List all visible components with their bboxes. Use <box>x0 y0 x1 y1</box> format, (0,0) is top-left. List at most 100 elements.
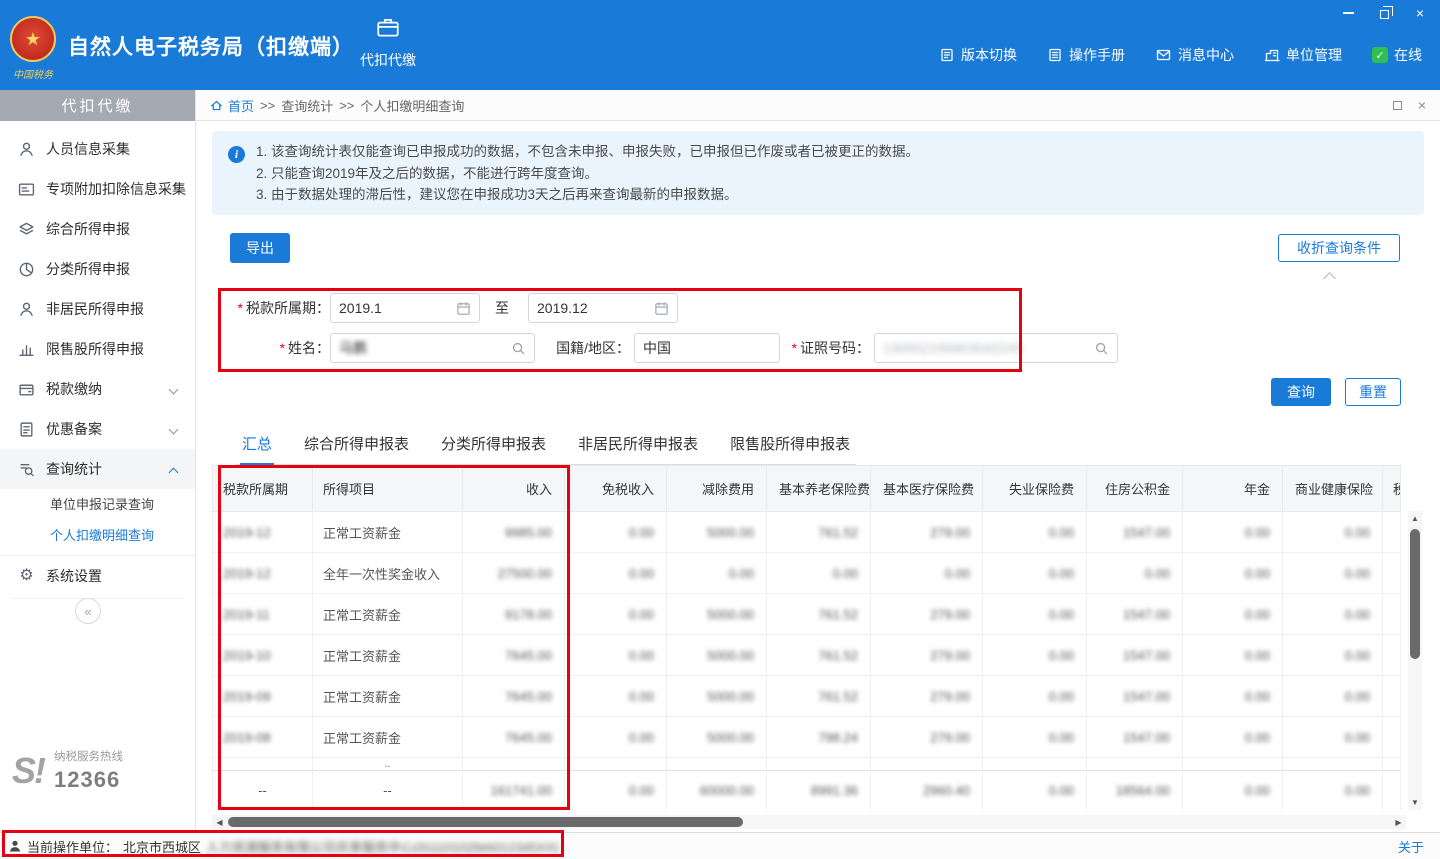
sidebar-subitem-personal-withholding-detail[interactable]: 个人扣缴明细查询 <box>0 520 195 551</box>
sidebar-item-restricted-stock[interactable]: 限售股所得申报 <box>0 329 195 369</box>
export-button[interactable]: 导出 <box>230 233 290 263</box>
tab-nonresident-income[interactable]: 非居民所得申报表 <box>576 427 700 464</box>
table-cell: 27500.00 <box>463 553 565 594</box>
table-row[interactable]: 2019-11正常工资薪金9178.000.005000.00761.52279… <box>213 594 1401 635</box>
table-row[interactable]: 2019-12全年一次性奖金收入27500.000.000.000.000.00… <box>213 553 1401 594</box>
sidebar-item-label: 专项附加扣除信息采集 <box>46 179 186 199</box>
table-cell <box>667 758 767 771</box>
scroll-left-icon[interactable]: ◀ <box>212 815 227 829</box>
table-cell: 0.00 <box>565 512 667 553</box>
column-header: 住房公积金 <box>1087 466 1183 512</box>
period-end-input[interactable]: 2019.12 <box>528 293 678 323</box>
breadcrumb-item[interactable]: 查询统计 <box>281 96 333 115</box>
search-icon[interactable] <box>511 341 526 356</box>
sidebar-item-preferential-filing[interactable]: 优惠备案 <box>0 409 195 449</box>
tab-classified-income[interactable]: 分类所得申报表 <box>439 427 548 464</box>
mail-icon <box>1155 47 1172 63</box>
table-row[interactable]: 2019-09正常工资薪金7645.000.005000.00761.52279… <box>213 676 1401 717</box>
link-unit-management[interactable]: 单位管理 <box>1264 45 1342 65</box>
table-cell: 0.00 <box>767 553 871 594</box>
table-cell: 0.00 <box>1283 512 1383 553</box>
minimize-button[interactable] <box>1340 6 1356 20</box>
sidebar-item-classified-income[interactable]: 分类所得申报 <box>0 249 195 289</box>
nationality-input[interactable]: 中国 <box>634 333 780 363</box>
search-icon[interactable] <box>1094 341 1109 356</box>
vertical-scroll-thumb[interactable] <box>1410 529 1420 659</box>
calendar-icon[interactable] <box>654 301 669 316</box>
restore-button[interactable] <box>1376 6 1392 20</box>
sidebar-subitem-unit-declare-record[interactable]: 单位申报记录查询 <box>0 489 195 520</box>
sidebar-collapse-button[interactable]: « <box>75 598 101 624</box>
horizontal-scroll-thumb[interactable] <box>228 817 743 827</box>
table-total-row[interactable]: ----161741.000.0060000.008991.362960.400… <box>213 771 1401 811</box>
link-manual[interactable]: 操作手册 <box>1047 45 1125 65</box>
tab-close-icon[interactable]: × <box>1418 97 1426 113</box>
breadcrumb: 首页 >> 查询统计 >> 个人扣缴明细查询 × <box>196 90 1440 121</box>
wallet-icon <box>18 381 35 398</box>
notice-line: 2. 只能查询2019年及之后的数据，不能进行跨年度查询。 <box>256 163 1408 185</box>
close-button[interactable]: × <box>1412 6 1428 20</box>
info-icon: i <box>228 146 245 163</box>
link-label: 在线 <box>1394 45 1422 65</box>
search-button[interactable]: 查询 <box>1271 378 1331 406</box>
sidebar-item-tax-payment[interactable]: 税款缴纳 <box>0 369 195 409</box>
link-online-status[interactable]: ✓ 在线 <box>1372 45 1422 65</box>
table-row[interactable]: 2019-12正常工资薪金9985.000.005000.00761.52279… <box>213 512 1401 553</box>
table-cell: 0.00 <box>565 676 667 717</box>
link-message-center[interactable]: 消息中心 <box>1155 45 1234 65</box>
table-cell: 0.00 <box>1087 553 1183 594</box>
calendar-icon[interactable] <box>456 301 471 316</box>
sidebar-item-comprehensive-income[interactable]: 综合所得申报 <box>0 209 195 249</box>
table-cell: 5000.00 <box>667 676 767 717</box>
scroll-right-icon[interactable]: ▶ <box>1391 815 1406 829</box>
table-cell: 1547.00 <box>1087 512 1183 553</box>
table-cell: 1547.00 <box>1087 635 1183 676</box>
tab-summary[interactable]: 汇总 <box>240 427 274 465</box>
table-cell: 761.52 <box>767 676 871 717</box>
sidebar-item-nonresident-income[interactable]: 非居民所得申报 <box>0 289 195 329</box>
table-cell: 0.00 <box>1183 676 1283 717</box>
id-number-input[interactable]: 130552199903042245 <box>874 333 1118 363</box>
table-partial-row[interactable]: .. <box>213 758 1401 771</box>
scroll-up-icon[interactable]: ▲ <box>1408 511 1422 526</box>
sidebar-item-special-deduction[interactable]: 专项附加扣除信息采集 <box>0 169 195 209</box>
sidebar-item-system-settings[interactable]: ⚙ 系统设置 <box>0 556 195 596</box>
tax-bureau-logo: ★ <box>10 16 56 62</box>
table-cell: 0.00 <box>1283 717 1383 758</box>
table-row[interactable]: 2019-08正常工资薪金7645.000.005000.00798.24279… <box>213 717 1401 758</box>
main-content: i 1. 该查询统计表仅能查询已申报成功的数据，不包含未申报、申报失败，已申报但… <box>196 121 1440 832</box>
table-cell: 9985.00 <box>463 512 565 553</box>
table-cell: 279.00 <box>871 676 983 717</box>
link-version-switch[interactable]: 版本切换 <box>939 45 1017 65</box>
about-link[interactable]: 关于 <box>1398 837 1424 856</box>
manual-doc-icon <box>1047 47 1063 63</box>
sidebar-item-label: 系统设置 <box>46 566 102 586</box>
table-cell: 0.00 <box>1183 717 1283 758</box>
table-cell: .. <box>313 758 463 771</box>
name-input[interactable]: 马鹏 <box>330 333 535 363</box>
table-cell: 5000.00 <box>667 594 767 635</box>
horizontal-scrollbar[interactable]: ◀ ▶ <box>212 815 1406 829</box>
briefcase-icon <box>375 15 401 41</box>
table-cell: 8991.36 <box>767 771 871 811</box>
scroll-down-icon[interactable]: ▼ <box>1408 795 1422 810</box>
table-row[interactable]: 2019-10正常工资薪金7645.000.005000.00761.52279… <box>213 635 1401 676</box>
table-cell: 2960.40 <box>871 771 983 811</box>
table-cell: 7645.00 <box>463 676 565 717</box>
version-doc-icon <box>939 47 955 63</box>
tab-withholding-module[interactable]: 代扣代缴 <box>348 15 428 70</box>
breadcrumb-home[interactable]: 首页 <box>210 96 254 115</box>
tab-restricted-stock[interactable]: 限售股所得申报表 <box>728 427 852 464</box>
vertical-scrollbar[interactable]: ▲ ▼ <box>1408 511 1422 810</box>
tab-restore-icon[interactable] <box>1393 101 1402 110</box>
topbar: × ★ 中国税务 自然人电子税务局（扣缴端） 代扣代缴 版本切换 操作手册 消息… <box>0 0 1440 90</box>
sidebar-item-label: 非居民所得申报 <box>46 299 144 319</box>
sidebar-item-query-statistics[interactable]: 查询统计 <box>0 449 195 489</box>
reset-button[interactable]: 重置 <box>1345 378 1401 406</box>
table-cell: 1547.00 <box>1087 676 1183 717</box>
collapse-query-button[interactable]: 收折查询条件 <box>1278 234 1400 262</box>
period-start-input[interactable]: 2019.1 <box>330 293 480 323</box>
tab-comprehensive-income[interactable]: 综合所得申报表 <box>302 427 411 464</box>
sidebar-item-personnel-info[interactable]: 人员信息采集 <box>0 129 195 169</box>
chevron-up-icon <box>169 468 179 478</box>
